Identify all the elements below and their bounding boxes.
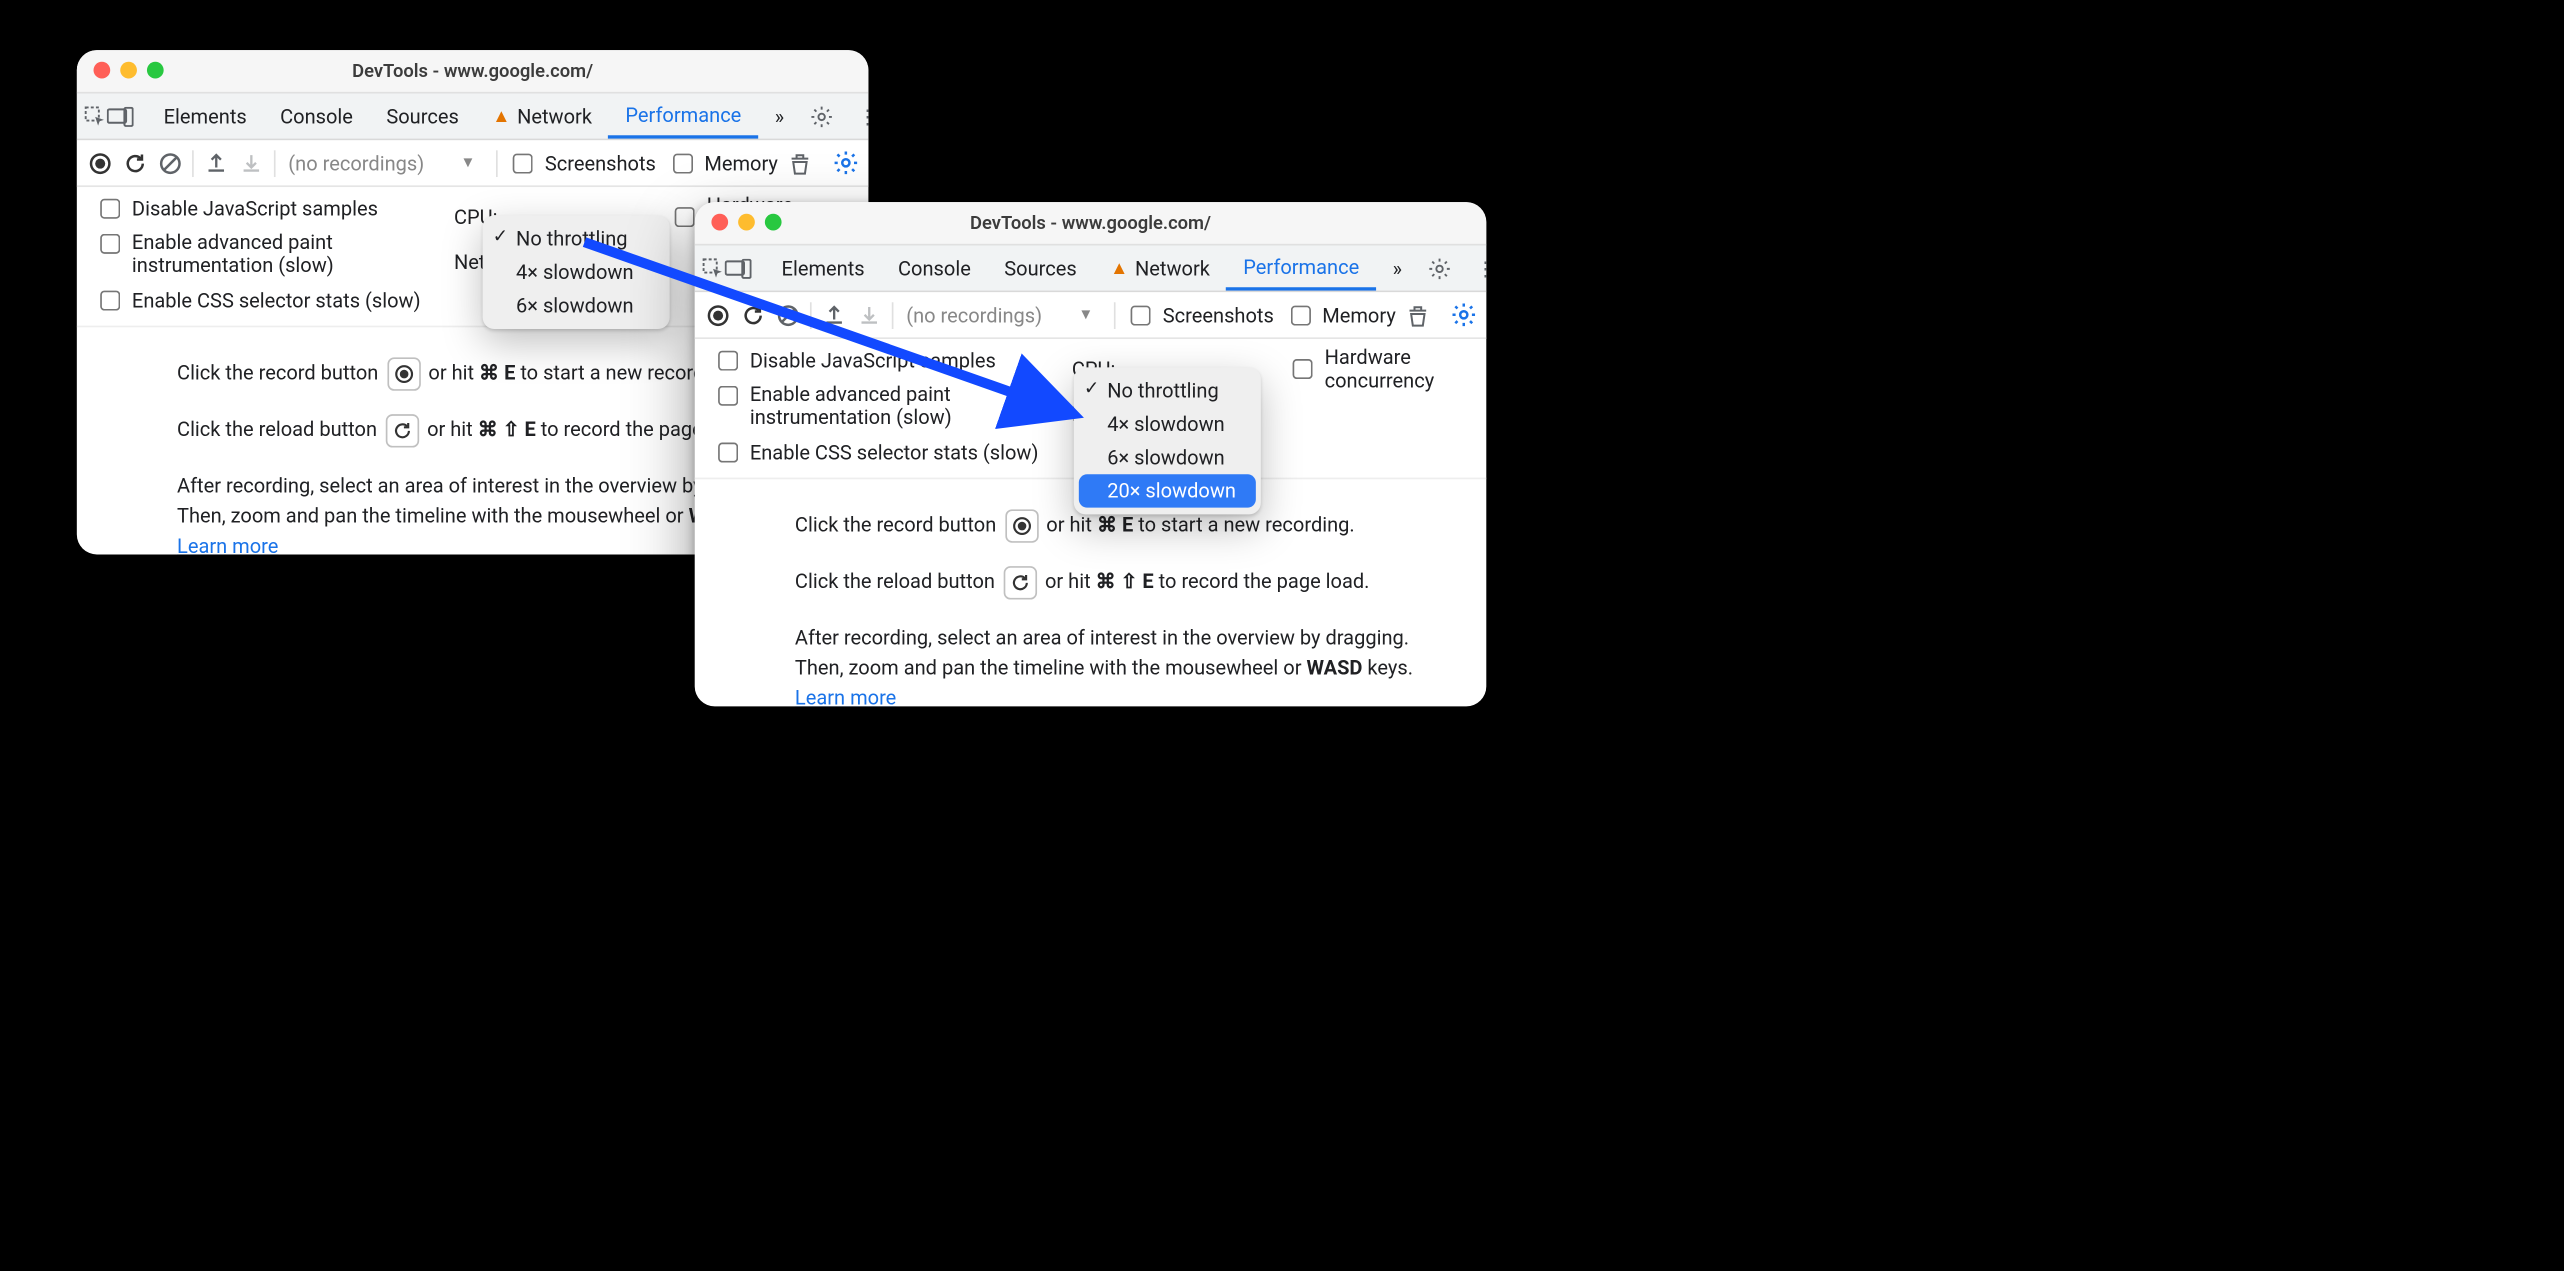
reload-button[interactable] bbox=[122, 143, 147, 183]
hw-concurrency-checkbox[interactable]: Hardware concurrency bbox=[1286, 346, 1474, 393]
record-icon bbox=[1005, 509, 1038, 542]
dd-6x-slowdown[interactable]: 6× slowdown bbox=[483, 289, 670, 322]
panel-tabbar: Elements Console Sources ▲Network Perfor… bbox=[695, 245, 1487, 292]
inspect-element-icon[interactable] bbox=[701, 248, 724, 288]
clear-button[interactable] bbox=[775, 295, 800, 335]
tab-console[interactable]: Console bbox=[263, 94, 369, 139]
screenshots-checkbox[interactable]: Screenshots bbox=[506, 148, 655, 178]
recordings-dropdown[interactable]: (no recordings)▼ bbox=[285, 151, 485, 174]
record-icon bbox=[387, 357, 420, 390]
tab-network[interactable]: ▲Network bbox=[476, 94, 609, 139]
chevron-down-icon: ▼ bbox=[460, 154, 475, 172]
clear-button[interactable] bbox=[157, 143, 182, 183]
dd-4x-slowdown[interactable]: 4× slowdown bbox=[483, 256, 670, 289]
kebab-menu-icon[interactable]: ⋮ bbox=[1465, 248, 1486, 288]
after-help: After recording, select an area of inter… bbox=[795, 623, 1420, 707]
window-controls[interactable] bbox=[94, 62, 164, 79]
tab-elements[interactable]: Elements bbox=[765, 245, 881, 290]
close-icon[interactable] bbox=[711, 214, 728, 231]
upload-icon[interactable] bbox=[821, 295, 846, 335]
titlebar: DevTools - www.google.com/ bbox=[77, 50, 869, 93]
css-selector-stats-checkbox[interactable]: Enable CSS selector stats (slow) bbox=[94, 285, 421, 315]
warning-icon: ▲ bbox=[1110, 257, 1128, 279]
dd-6x-slowdown[interactable]: 6× slowdown bbox=[1074, 441, 1261, 474]
dd-no-throttling[interactable]: No throttling bbox=[483, 222, 670, 255]
perf-toolbar: (no recordings)▼ Screenshots Memory bbox=[77, 140, 869, 187]
screenshots-checkbox[interactable]: Screenshots bbox=[1124, 300, 1273, 330]
recordings-dropdown[interactable]: (no recordings)▼ bbox=[903, 303, 1103, 326]
learn-more-link[interactable]: Learn more bbox=[177, 534, 278, 554]
kebab-menu-icon[interactable]: ⋮ bbox=[848, 96, 869, 136]
zoom-icon[interactable] bbox=[147, 62, 164, 79]
window-title: DevTools - www.google.com/ bbox=[695, 212, 1487, 234]
tab-elements[interactable]: Elements bbox=[147, 94, 263, 139]
download-icon[interactable] bbox=[239, 143, 264, 183]
record-button[interactable] bbox=[705, 295, 730, 335]
reload-icon bbox=[385, 414, 418, 447]
capture-settings-gear-icon[interactable] bbox=[833, 143, 858, 183]
settings-gear-icon[interactable] bbox=[1419, 248, 1459, 288]
dd-4x-slowdown[interactable]: 4× slowdown bbox=[1074, 407, 1261, 440]
reload-help: Click the reload button or hit ⌘ ⇧ E to … bbox=[795, 566, 1420, 599]
advanced-paint-checkbox[interactable]: Enable advanced paint instrumentation (s… bbox=[711, 382, 1038, 430]
settings-gear-icon[interactable] bbox=[801, 96, 841, 136]
minimize-icon[interactable] bbox=[120, 62, 137, 79]
advanced-paint-checkbox[interactable]: Enable advanced paint instrumentation (s… bbox=[94, 230, 421, 278]
tab-network[interactable]: ▲Network bbox=[1093, 245, 1226, 290]
window-controls[interactable] bbox=[711, 214, 781, 231]
dd-no-throttling[interactable]: No throttling bbox=[1074, 374, 1261, 407]
tab-performance[interactable]: Performance bbox=[609, 94, 758, 139]
memory-checkbox[interactable]: Memory bbox=[1284, 300, 1396, 330]
tab-overflow[interactable]: » bbox=[758, 94, 801, 139]
tab-performance[interactable]: Performance bbox=[1227, 245, 1376, 290]
record-button[interactable] bbox=[87, 143, 112, 183]
tab-overflow[interactable]: » bbox=[1376, 245, 1419, 290]
download-icon[interactable] bbox=[857, 295, 882, 335]
css-selector-stats-checkbox[interactable]: Enable CSS selector stats (slow) bbox=[711, 437, 1038, 467]
devtools-window-b: DevTools - www.google.com/ Elements Cons… bbox=[695, 202, 1487, 706]
cpu-throttle-dropdown[interactable]: No throttling 4× slowdown 6× slowdown bbox=[483, 215, 670, 329]
inspect-element-icon[interactable] bbox=[84, 96, 107, 136]
reload-button[interactable] bbox=[740, 295, 765, 335]
disable-js-samples-checkbox[interactable]: Disable JavaScript samples bbox=[94, 194, 421, 224]
upload-icon[interactable] bbox=[204, 143, 229, 183]
reload-icon bbox=[1003, 566, 1036, 599]
dd-20x-slowdown[interactable]: 20× slowdown bbox=[1079, 474, 1256, 507]
titlebar: DevTools - www.google.com/ bbox=[695, 202, 1487, 245]
chevron-down-icon: ▼ bbox=[1078, 306, 1093, 324]
panel-tabbar: Elements Console Sources ▲Network Perfor… bbox=[77, 94, 869, 141]
learn-more-link[interactable]: Learn more bbox=[795, 686, 896, 706]
panel-tabs: Elements Console Sources ▲Network Perfor… bbox=[765, 245, 1419, 290]
panel-tabs: Elements Console Sources ▲Network Perfor… bbox=[147, 94, 801, 139]
disable-js-samples-checkbox[interactable]: Disable JavaScript samples bbox=[711, 346, 1038, 376]
cpu-throttle-dropdown[interactable]: No throttling 4× slowdown 6× slowdown 20… bbox=[1074, 367, 1261, 514]
device-toolbar-icon[interactable] bbox=[725, 248, 752, 288]
capture-settings-gear-icon[interactable] bbox=[1451, 295, 1476, 335]
gc-icon[interactable] bbox=[788, 143, 813, 183]
window-title: DevTools - www.google.com/ bbox=[77, 60, 869, 82]
warning-icon: ▲ bbox=[492, 105, 510, 127]
gc-icon[interactable] bbox=[1406, 295, 1431, 335]
tab-console[interactable]: Console bbox=[881, 245, 987, 290]
perf-toolbar: (no recordings)▼ Screenshots Memory bbox=[695, 292, 1487, 339]
tab-sources[interactable]: Sources bbox=[988, 245, 1094, 290]
device-toolbar-icon[interactable] bbox=[107, 96, 134, 136]
minimize-icon[interactable] bbox=[738, 214, 755, 231]
close-icon[interactable] bbox=[94, 62, 111, 79]
zoom-icon[interactable] bbox=[765, 214, 782, 231]
tab-sources[interactable]: Sources bbox=[370, 94, 476, 139]
memory-checkbox[interactable]: Memory bbox=[666, 148, 778, 178]
